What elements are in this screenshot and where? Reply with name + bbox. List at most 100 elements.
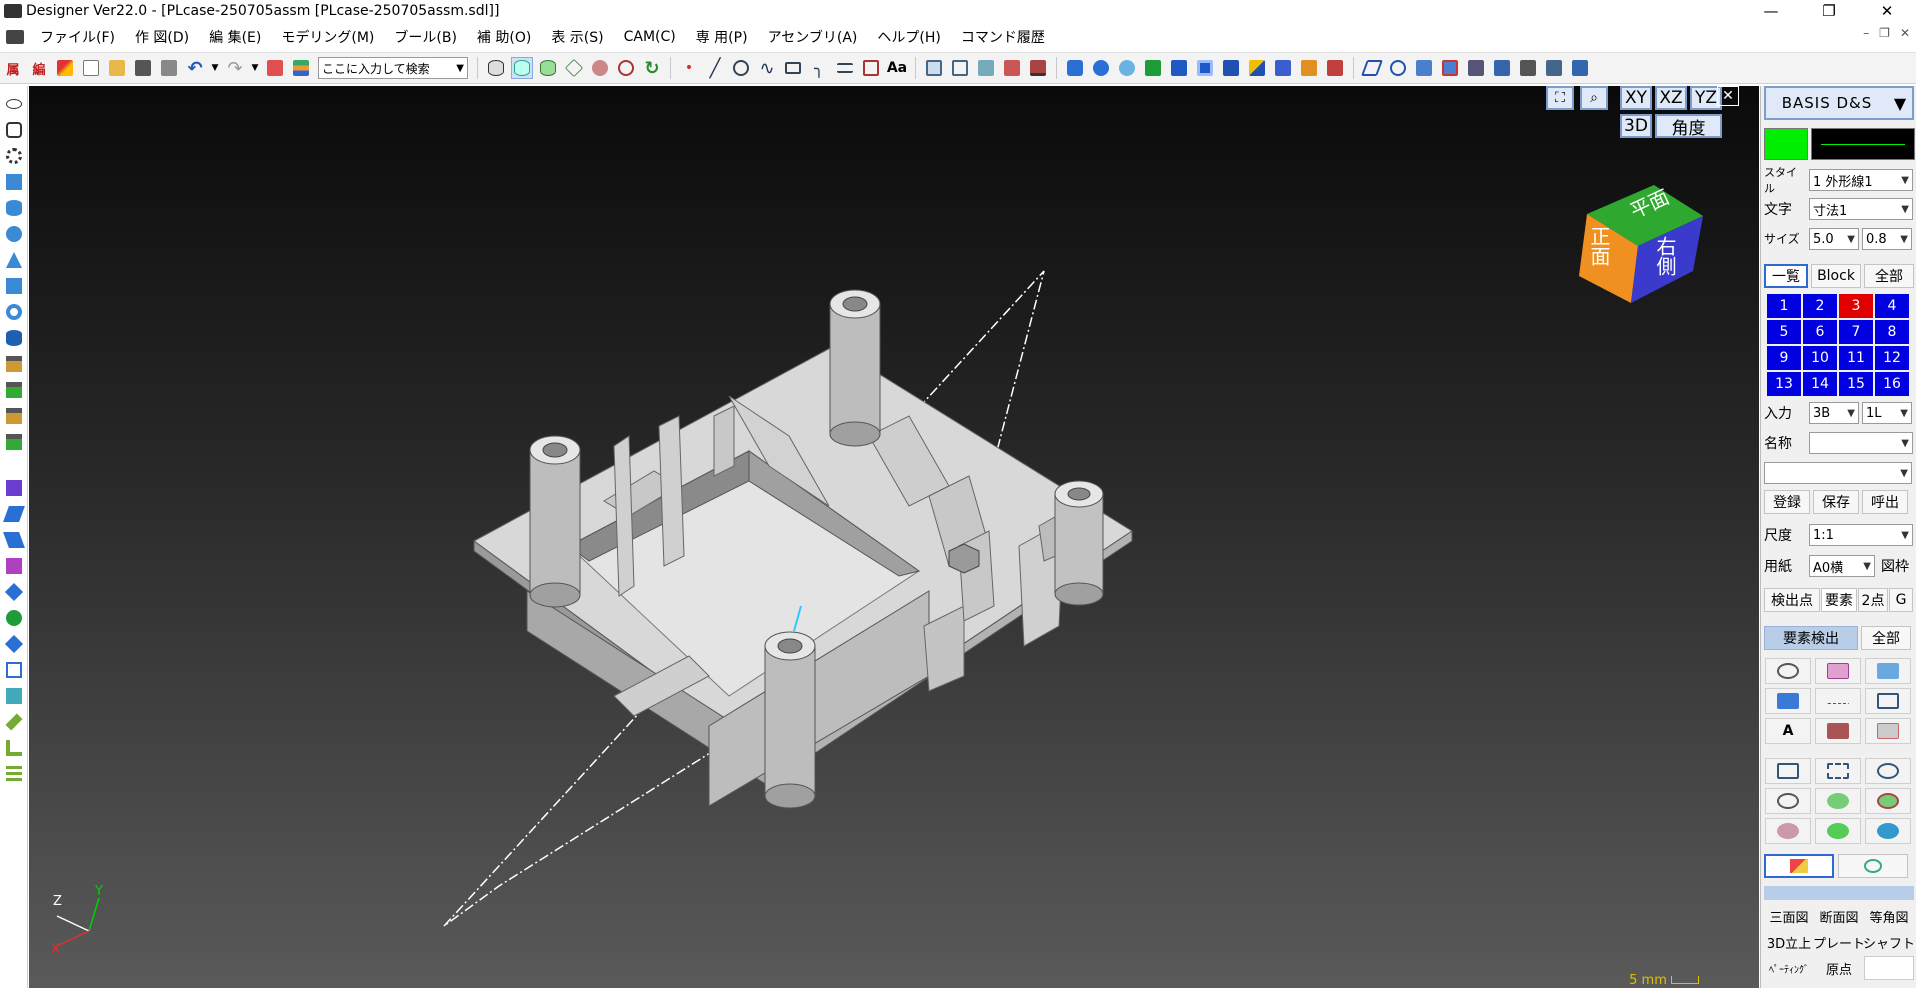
tab-list[interactable]: 一覧 bbox=[1764, 264, 1808, 288]
snap-solid-button[interactable] bbox=[1765, 688, 1811, 714]
spin-button[interactable] bbox=[1865, 788, 1911, 814]
layer-button[interactable]: 5 bbox=[1767, 320, 1801, 344]
menu-modeling[interactable]: モデリング(M) bbox=[271, 27, 384, 47]
redo-icon[interactable]: ↷ bbox=[224, 57, 246, 79]
layer-button[interactable]: 10 bbox=[1803, 346, 1837, 370]
layer-copy-icon[interactable] bbox=[264, 57, 286, 79]
frame-button[interactable]: 図枠 bbox=[1878, 554, 1912, 578]
cylinder-green-icon[interactable] bbox=[511, 57, 533, 79]
scale-select[interactable]: 1:1 ▼ bbox=[1809, 524, 1913, 546]
fit-view-button[interactable]: ⛶ bbox=[1546, 86, 1574, 110]
detect-all-button[interactable]: 全部 bbox=[1861, 626, 1911, 650]
refresh-icon[interactable]: ↻ bbox=[641, 57, 663, 79]
shell-icon[interactable] bbox=[4, 608, 24, 628]
cube-face-front[interactable]: 正面 bbox=[1585, 226, 1614, 266]
jig-icon[interactable] bbox=[1543, 57, 1565, 79]
menu-assist[interactable]: 補 助(O) bbox=[467, 27, 541, 47]
menu-draw[interactable]: 作 図(D) bbox=[125, 27, 199, 47]
shaft-button[interactable]: シャフト bbox=[1864, 930, 1914, 954]
tab-all[interactable]: 全部 bbox=[1864, 264, 1914, 288]
layer-button[interactable]: 9 bbox=[1767, 346, 1801, 370]
torus-solid-icon[interactable] bbox=[4, 302, 24, 322]
layer-button[interactable]: 6 bbox=[1803, 320, 1837, 344]
box-solid-icon[interactable] bbox=[4, 172, 24, 192]
maximize-button[interactable]: ❐ bbox=[1800, 0, 1858, 22]
snap-tool-button[interactable] bbox=[1815, 718, 1861, 744]
layer-button[interactable]: 2 bbox=[1803, 294, 1837, 318]
washer-icon[interactable] bbox=[4, 406, 24, 426]
brush-icon[interactable] bbox=[54, 57, 76, 79]
cube-face-right[interactable]: 右側 bbox=[1651, 236, 1680, 276]
layer-button[interactable]: 15 bbox=[1839, 372, 1873, 396]
tab-block[interactable]: Block bbox=[1811, 264, 1861, 288]
revolve-icon[interactable] bbox=[3, 530, 25, 550]
solid-loft-icon[interactable] bbox=[1272, 57, 1294, 79]
rotate-view-button[interactable] bbox=[1765, 758, 1811, 784]
group-select[interactable]: ▼ bbox=[1764, 462, 1912, 484]
solid-revolve-icon[interactable] bbox=[1116, 57, 1138, 79]
undo-dropdown-icon[interactable]: ▼ bbox=[210, 57, 220, 79]
pattern-icon[interactable] bbox=[4, 634, 24, 654]
screw-icon[interactable] bbox=[4, 432, 24, 452]
property-icon[interactable] bbox=[1465, 57, 1487, 79]
text-icon[interactable]: Aa bbox=[886, 57, 908, 79]
element-detect-button[interactable]: 要素検出 bbox=[1764, 626, 1858, 650]
analyze-icon[interactable] bbox=[1491, 57, 1513, 79]
snap-surface-button[interactable] bbox=[1865, 658, 1911, 684]
mdi-minimize-button[interactable]: – bbox=[1863, 26, 1869, 40]
sphere-solid-icon[interactable] bbox=[4, 224, 24, 244]
cone-solid-icon[interactable] bbox=[4, 250, 24, 270]
shade-icon[interactable] bbox=[589, 57, 611, 79]
snap-tab-g[interactable]: G bbox=[1889, 588, 1913, 612]
document-icon[interactable] bbox=[6, 30, 24, 44]
target-button[interactable] bbox=[1765, 818, 1811, 844]
mesh-icon[interactable] bbox=[4, 660, 24, 680]
nut-icon[interactable] bbox=[4, 380, 24, 400]
ellipse-icon[interactable] bbox=[4, 94, 24, 114]
command-search-input[interactable]: ここに入力して検索 ▼ bbox=[318, 57, 468, 79]
circle-icon[interactable] bbox=[730, 57, 752, 79]
empty-button[interactable] bbox=[1864, 956, 1914, 980]
line-icon[interactable]: ╱ bbox=[704, 57, 726, 79]
export-icon[interactable] bbox=[1027, 57, 1049, 79]
triangle-down-icon[interactable]: ▼ bbox=[1888, 94, 1912, 113]
snap-tab-detect-point[interactable]: 検出点 bbox=[1764, 588, 1820, 612]
clamp-icon[interactable] bbox=[1517, 57, 1539, 79]
style-select[interactable]: 1 外形線1 ▼ bbox=[1809, 169, 1913, 191]
isometric-view-button[interactable]: 等角図 bbox=[1864, 904, 1914, 928]
solid-sweep-icon[interactable] bbox=[1246, 57, 1268, 79]
orbit-button[interactable] bbox=[1815, 788, 1861, 814]
surface-edit-icon[interactable] bbox=[1439, 57, 1461, 79]
snap-curve-button[interactable] bbox=[1765, 658, 1811, 684]
solid-extrude-icon[interactable] bbox=[1142, 57, 1164, 79]
sweep-icon[interactable] bbox=[3, 504, 25, 524]
save-icon[interactable] bbox=[132, 57, 154, 79]
grid-surface-icon[interactable] bbox=[4, 686, 24, 706]
prism-solid-icon[interactable] bbox=[4, 276, 24, 296]
snap-tab-two-point[interactable]: 2点 bbox=[1858, 588, 1888, 612]
point-icon[interactable]: • bbox=[678, 57, 700, 79]
solid-box-icon[interactable] bbox=[1064, 57, 1086, 79]
menu-special[interactable]: 専 用(P) bbox=[686, 27, 758, 47]
mirror-icon[interactable] bbox=[975, 57, 997, 79]
close-button[interactable]: ✕ bbox=[1858, 0, 1916, 22]
bolt-icon[interactable] bbox=[4, 354, 24, 374]
text-style-select[interactable]: 寸法1 ▼ bbox=[1809, 198, 1913, 220]
curve-icon[interactable]: ∿ bbox=[756, 57, 778, 79]
paper-select[interactable]: A0横 ▼ bbox=[1809, 555, 1875, 577]
origin-button[interactable]: 原点 bbox=[1814, 956, 1864, 980]
shading-button[interactable] bbox=[1764, 854, 1834, 878]
snap-dimension-button[interactable] bbox=[1865, 688, 1911, 714]
attribute-button[interactable]: 属 bbox=[2, 57, 24, 79]
size-ratio-select[interactable]: 0.8 ▼ bbox=[1862, 228, 1912, 250]
cylinder-solid-icon[interactable] bbox=[4, 198, 24, 218]
panel-header[interactable]: BASIS D&S ▼ bbox=[1764, 86, 1914, 120]
rectangle-icon[interactable] bbox=[782, 57, 804, 79]
search-model-button[interactable] bbox=[1838, 854, 1908, 878]
solid-shell-icon[interactable] bbox=[1220, 57, 1242, 79]
layer-button[interactable]: 12 bbox=[1875, 346, 1909, 370]
layer-button[interactable]: 11 bbox=[1839, 346, 1873, 370]
three-view-button[interactable]: 三面図 bbox=[1764, 904, 1814, 928]
painting-button[interactable]: ﾍﾟｰﾃｨﾝｸﾞ bbox=[1764, 956, 1814, 980]
open-folder-icon[interactable] bbox=[106, 57, 128, 79]
